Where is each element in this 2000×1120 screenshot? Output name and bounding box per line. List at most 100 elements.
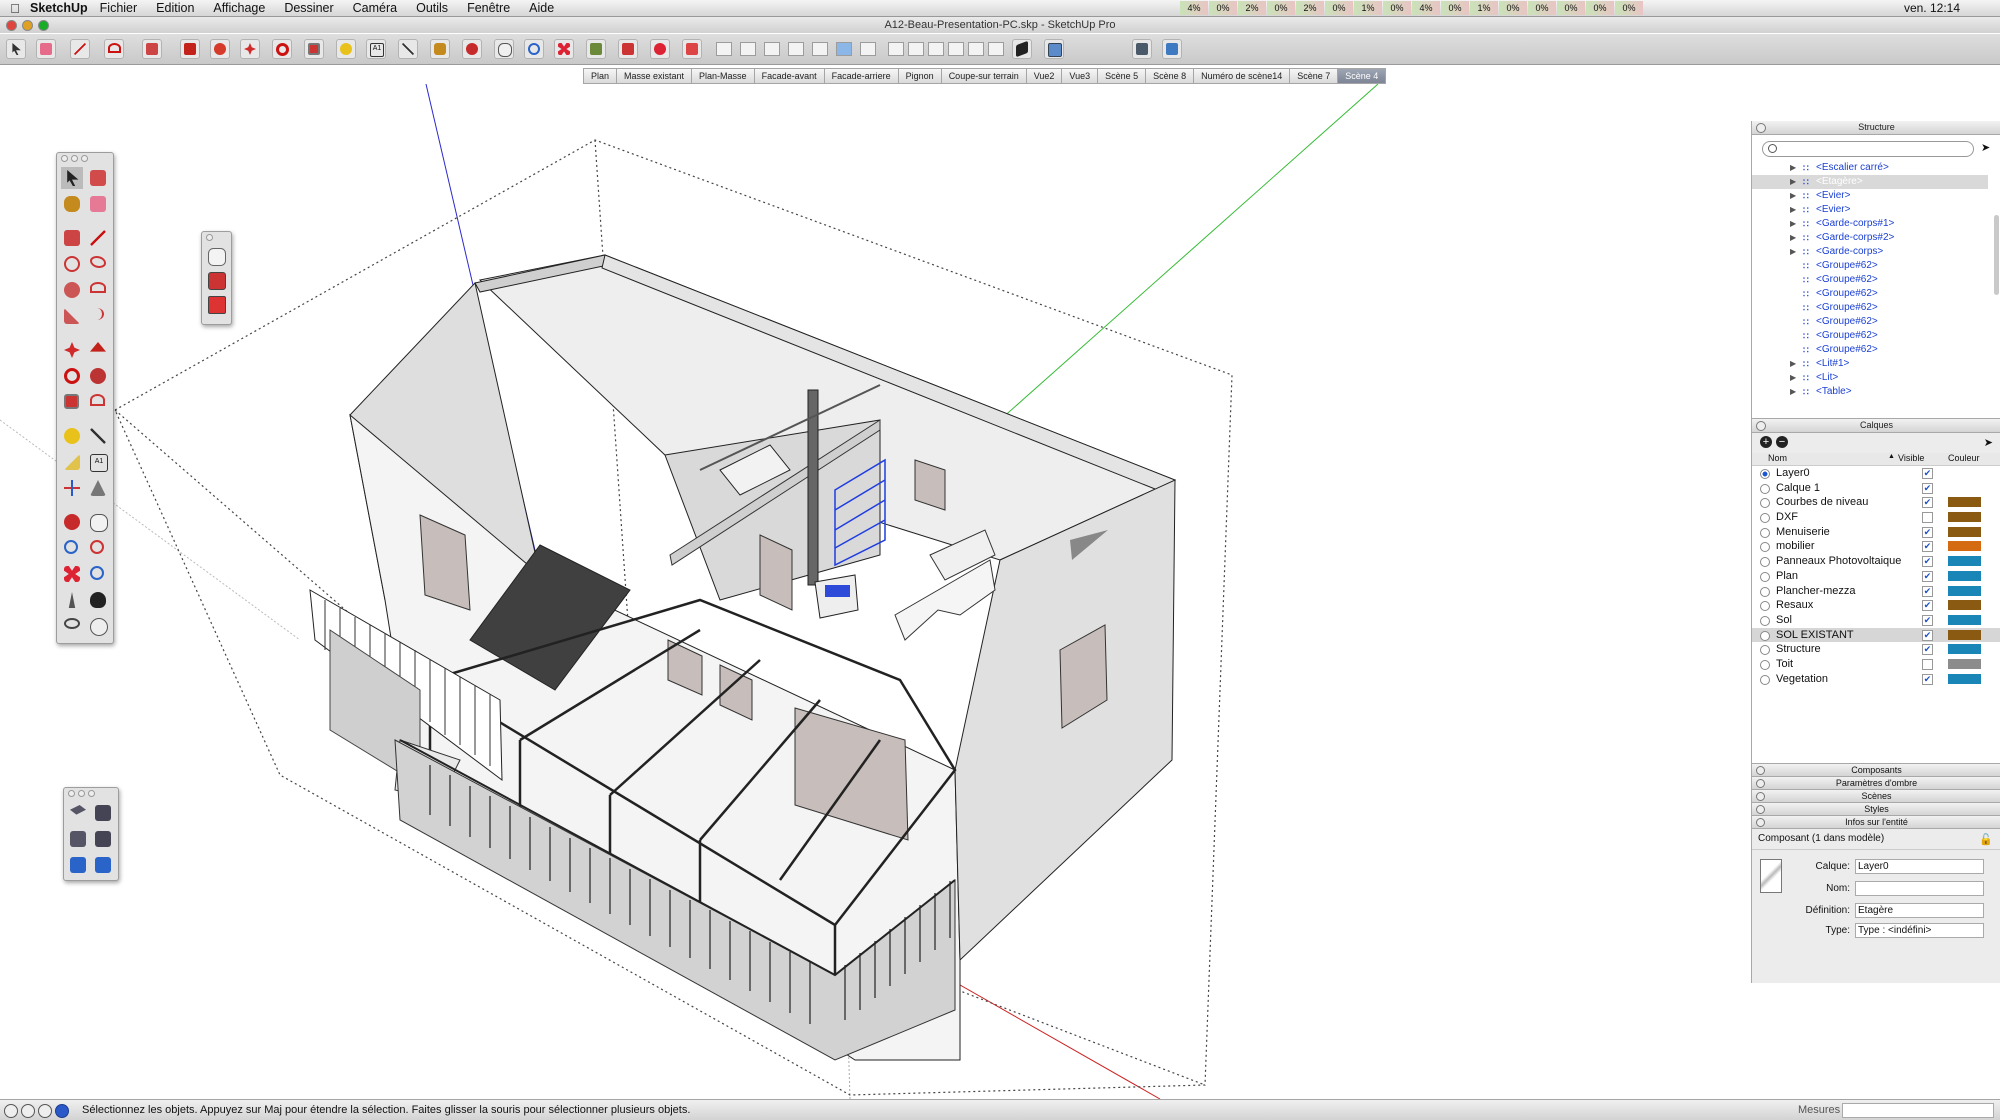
outliner-scrollbar[interactable]	[1994, 215, 1999, 295]
axes-icon[interactable]	[61, 477, 83, 499]
3d-warehouse-tool-button[interactable]	[682, 39, 702, 59]
palette-zoom-icon[interactable]	[81, 155, 88, 162]
expand-triangle-icon[interactable]: ▶	[1790, 385, 1796, 399]
view-component-b-icon[interactable]	[92, 802, 114, 824]
panel-close-icon[interactable]	[1756, 792, 1765, 801]
tab-scene-facade-arriere[interactable]: Facade-arriere	[824, 68, 899, 84]
active-layer-radio[interactable]	[1760, 557, 1770, 568]
layer-name[interactable]: Courbes de niveau	[1776, 495, 1868, 510]
layer-name[interactable]: Menuiserie	[1776, 525, 1830, 540]
layer-row[interactable]: mobilier ✔	[1752, 539, 2000, 554]
layer-name[interactable]: Panneaux Photovoltaique	[1776, 554, 1901, 569]
menu-camera[interactable]: Caméra	[353, 1, 397, 15]
layer-name[interactable]: Toit	[1776, 657, 1793, 672]
tab-scene-plan-masse[interactable]: Plan-Masse	[692, 68, 755, 84]
layer-name[interactable]: Vegetation	[1776, 672, 1828, 687]
layer-row[interactable]: SOL EXISTANT ✔	[1752, 627, 2000, 643]
layer-row[interactable]: Layer0 ✔	[1752, 466, 2000, 481]
tab-scene-coupe-sur-terrain[interactable]: Coupe-sur terrain	[941, 68, 1027, 84]
zoom-window-icon[interactable]	[87, 537, 109, 559]
active-layer-radio[interactable]	[1760, 483, 1770, 494]
pie-icon[interactable]	[61, 305, 83, 327]
tab-scene-vue2[interactable]: Vue2	[1026, 68, 1063, 84]
active-layer-radio[interactable]	[1760, 469, 1770, 479]
instructor-help-icon[interactable]	[55, 1104, 69, 1118]
menu-outils[interactable]: Outils	[416, 1, 448, 15]
menu-aide[interactable]: Aide	[529, 1, 554, 15]
layer-name[interactable]: Resaux	[1776, 598, 1813, 613]
active-layer-radio[interactable]	[1760, 527, 1770, 538]
close-window-button[interactable]	[6, 20, 17, 31]
sandbox-smoove-icon[interactable]	[205, 245, 227, 267]
palette-minimize-icon[interactable]	[71, 155, 78, 162]
walk-tool-button[interactable]	[586, 39, 606, 59]
palette-close-icon[interactable]	[68, 790, 75, 797]
tab-scene-vue3[interactable]: Vue3	[1062, 68, 1099, 84]
layer-visible-checkbox[interactable]: ✔	[1922, 673, 1933, 685]
panel-close-icon[interactable]	[1756, 818, 1765, 827]
view-front-button[interactable]	[764, 42, 780, 56]
layer-visible-checkbox[interactable]: ✔	[1922, 585, 1933, 597]
push-pull-icon[interactable]	[87, 339, 109, 361]
view-back-button[interactable]	[812, 42, 828, 56]
outliner-row[interactable]: ▶ ∷ <Lit#1>	[1752, 357, 1988, 371]
orbit-tool-button[interactable]	[462, 39, 482, 59]
move-tool-button[interactable]	[240, 39, 260, 59]
rectangle-icon[interactable]	[61, 227, 83, 249]
outliner-row[interactable]: ∷ <Groupe#62>	[1752, 259, 1988, 273]
menubar-clock[interactable]: ven. 12:14	[1904, 1, 1960, 15]
eraser-icon[interactable]	[87, 193, 109, 215]
view-component-d-icon[interactable]	[92, 828, 114, 850]
layer-row[interactable]: Structure ✔	[1752, 642, 2000, 657]
entity-name-input[interactable]	[1855, 881, 1984, 896]
active-layer-radio[interactable]	[1760, 498, 1770, 509]
model-viewport[interactable]	[0, 84, 1750, 1099]
paint-bucket-icon[interactable]	[61, 193, 83, 215]
tab-scene-pignon[interactable]: Pignon	[898, 68, 942, 84]
active-layer-radio[interactable]	[1760, 542, 1770, 553]
layer-row[interactable]: Plan ✔	[1752, 569, 2000, 584]
tab-scene-4[interactable]: Scène 4	[1338, 68, 1387, 84]
arc-tool-button[interactable]	[104, 39, 124, 59]
tab-scene-plan[interactable]: Plan	[583, 68, 618, 84]
text-icon[interactable]: A1	[87, 451, 109, 473]
layer-color-swatch[interactable]	[1948, 512, 1981, 523]
view-iso-button[interactable]	[716, 42, 732, 56]
expand-triangle-icon[interactable]: ▶	[1790, 217, 1796, 231]
outliner-row[interactable]: ∷ <Groupe#62>	[1752, 301, 1988, 315]
panel-close-icon[interactable]	[1756, 805, 1765, 814]
view-right-button[interactable]	[788, 42, 804, 56]
layer-name[interactable]: DXF	[1776, 510, 1798, 525]
layer-name[interactable]: Plancher-mezza	[1776, 584, 1855, 599]
panel-close-icon[interactable]	[1756, 421, 1766, 431]
style-textured-button[interactable]	[968, 42, 984, 56]
tab-scene-5[interactable]: Scène 5	[1098, 68, 1147, 84]
panel-close-icon[interactable]	[1756, 766, 1765, 775]
outliner-row[interactable]: ▶ ∷ <Etagère>	[1752, 175, 1988, 189]
view-component-f-icon[interactable]	[92, 854, 114, 876]
offset-tool-button[interactable]	[210, 39, 230, 59]
sandbox-stamp-icon[interactable]	[205, 269, 227, 291]
credits-icon[interactable]	[21, 1104, 35, 1118]
palette-zoom-icon[interactable]	[88, 790, 95, 797]
walk-icon[interactable]	[87, 589, 109, 611]
layer-visible-checkbox[interactable]: ✔	[1922, 497, 1933, 509]
select-tool-button[interactable]	[6, 39, 26, 59]
layer-color-swatch[interactable]	[1948, 658, 1981, 669]
layer-color-swatch[interactable]	[1948, 482, 1981, 493]
layer-name[interactable]: Layer0	[1776, 466, 1810, 481]
section-plane-tool-button[interactable]	[618, 39, 638, 59]
layer-color-swatch[interactable]	[1948, 468, 1981, 478]
layer-row[interactable]: Courbes de niveau ✔	[1752, 495, 2000, 510]
layer-color-swatch[interactable]	[1948, 570, 1981, 581]
layers-panel-header[interactable]: Calques	[1752, 419, 2000, 433]
tape-measure-tool-button[interactable]	[336, 39, 356, 59]
view-component-c-icon[interactable]	[67, 828, 89, 850]
outliner-row[interactable]: ▶ ∷ <Table>	[1752, 385, 1988, 399]
panel-close-icon[interactable]	[1756, 779, 1765, 788]
view-component-a-icon[interactable]	[67, 802, 89, 824]
tab-scene-8[interactable]: Scène 8	[1146, 68, 1195, 84]
layer-row[interactable]: DXF	[1752, 510, 2000, 525]
layer-color-swatch[interactable]	[1948, 644, 1981, 655]
rotate-tool-button[interactable]	[272, 39, 292, 59]
